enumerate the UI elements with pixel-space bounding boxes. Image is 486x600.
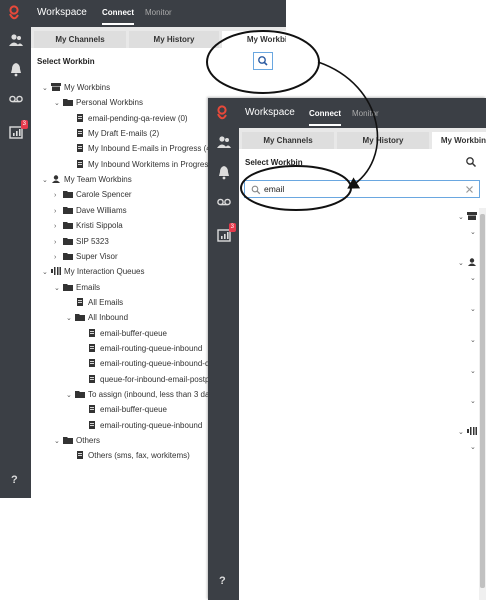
annotation-arrow [317,61,379,189]
annotation-overlay [206,30,379,211]
highlight-ellipse-search-field [240,165,352,211]
highlight-ellipse-search-button [206,30,320,94]
